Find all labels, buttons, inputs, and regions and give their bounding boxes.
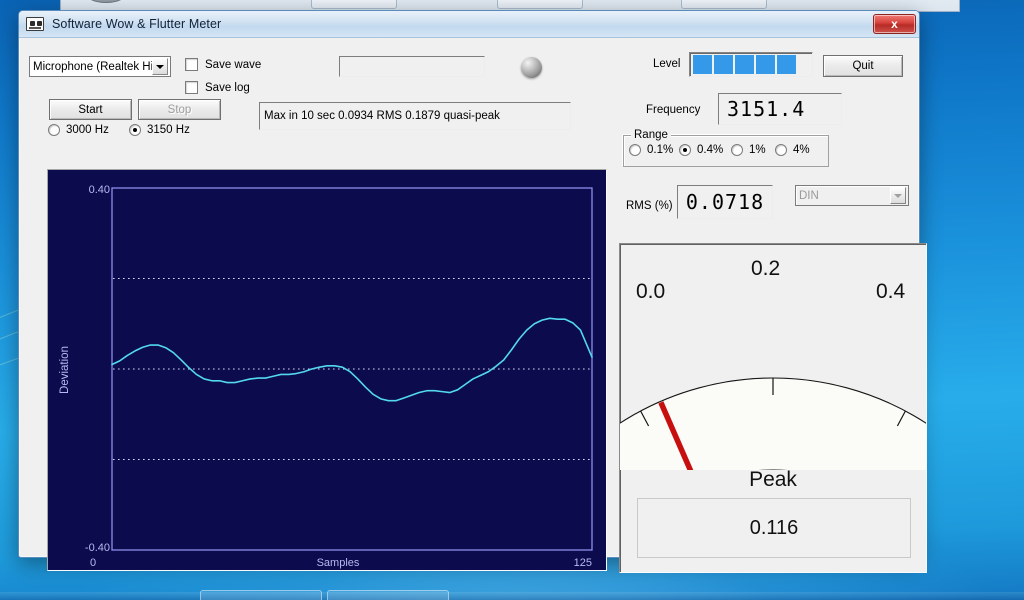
radio-range-4-label: 4% xyxy=(793,144,810,156)
radio-3000hz-label: 3000 Hz xyxy=(66,124,109,136)
save-wave-checkbox[interactable]: Save wave xyxy=(185,58,261,71)
range-group-title: Range xyxy=(631,129,671,141)
radio-dot[interactable] xyxy=(731,144,743,156)
radio-3000hz[interactable]: 3000 Hz xyxy=(48,124,109,136)
peak-value-box: 0.116 xyxy=(637,498,911,558)
radio-range-4[interactable]: 4% xyxy=(775,144,810,156)
chevron-down-icon[interactable] xyxy=(152,58,168,75)
chart-ytick-min: -0.40 xyxy=(85,542,110,554)
chart-ytick-max: 0.40 xyxy=(89,184,110,196)
background-window-button[interactable] xyxy=(497,0,583,9)
recording-led-icon xyxy=(521,57,542,78)
radio-range-0-1[interactable]: 0.1% xyxy=(629,144,673,156)
radio-dot[interactable] xyxy=(129,124,141,136)
chevron-down-icon[interactable] xyxy=(890,187,906,204)
radio-range-1[interactable]: 1% xyxy=(731,144,766,156)
chart-yaxis-label: Deviation xyxy=(59,346,71,394)
taskbar-item[interactable] xyxy=(200,590,322,600)
frequency-value: 3151.4 xyxy=(718,93,842,125)
start-button[interactable]: Start xyxy=(49,99,132,120)
weighting-combo[interactable]: DIN xyxy=(795,185,909,206)
audio-device-value: Microphone (Realtek Hi xyxy=(33,60,152,73)
weighting-value: DIN xyxy=(799,189,819,202)
status-text: Max in 10 sec 0.0934 RMS 0.1879 quasi-pe… xyxy=(259,102,571,130)
deviation-chart: 0.40 -0.40 0 125 Samples Deviation xyxy=(48,170,606,570)
close-icon[interactable]: x xyxy=(873,14,916,34)
gauge-caption: Peak xyxy=(749,468,797,491)
taskbar-item[interactable] xyxy=(327,590,449,600)
application-window: Software Wow & Flutter Meter x Microphon… xyxy=(18,10,927,573)
save-log-checkbox[interactable]: Save log xyxy=(185,81,250,94)
frequency-label: Frequency xyxy=(646,104,701,116)
chart-xtick-min: 0 xyxy=(90,557,96,569)
checkbox-box[interactable] xyxy=(185,81,198,94)
radio-range-1-label: 1% xyxy=(749,144,766,156)
radio-3150hz[interactable]: 3150 Hz xyxy=(129,124,190,136)
level-segment xyxy=(693,55,712,74)
save-wave-label: Save wave xyxy=(205,58,262,71)
background-window-oval xyxy=(85,0,127,3)
analog-gauge xyxy=(620,377,926,470)
quit-button[interactable]: Quit xyxy=(823,55,903,77)
checkbox-box[interactable] xyxy=(185,58,198,71)
background-window-button[interactable] xyxy=(311,0,397,9)
level-segment xyxy=(714,55,733,74)
deviation-chart-panel: 0.40 -0.40 0 125 Samples Deviation xyxy=(47,169,607,571)
radio-range-0-1-label: 0.1% xyxy=(647,144,674,156)
rms-value: 0.0718 xyxy=(677,185,773,219)
level-label: Level xyxy=(653,58,681,70)
chart-xaxis-label: Samples xyxy=(317,557,360,569)
cassette-icon xyxy=(26,17,44,31)
stop-button[interactable]: Stop xyxy=(138,99,221,120)
title-bar[interactable]: Software Wow & Flutter Meter x xyxy=(19,11,919,38)
level-meter xyxy=(689,52,813,77)
radio-3150hz-label: 3150 Hz xyxy=(147,124,190,136)
radio-dot[interactable] xyxy=(48,124,60,136)
radio-range-0-4[interactable]: 0.4% xyxy=(679,144,723,156)
audio-device-combo[interactable]: Microphone (Realtek Hi xyxy=(29,56,171,77)
level-segment xyxy=(735,55,754,74)
level-segment xyxy=(777,55,796,74)
taskbar[interactable] xyxy=(0,592,1024,600)
radio-dot[interactable] xyxy=(775,144,787,156)
peak-gauge-panel: 0.0 0.2 0.4 Peak 0.116 xyxy=(619,243,927,573)
level-segment xyxy=(756,55,775,74)
radio-range-0-4-label: 0.4% xyxy=(697,144,724,156)
radio-dot[interactable] xyxy=(629,144,641,156)
background-window-button[interactable] xyxy=(681,0,767,9)
save-log-label: Save log xyxy=(205,81,250,94)
rms-label: RMS (%) xyxy=(626,200,673,212)
filename-input[interactable] xyxy=(339,56,485,77)
radio-dot[interactable] xyxy=(679,144,691,156)
window-title: Software Wow & Flutter Meter xyxy=(52,17,222,31)
chart-xtick-max: 125 xyxy=(574,557,592,569)
window-client-area: Microphone (Realtek Hi Save wave Save lo… xyxy=(21,39,927,573)
